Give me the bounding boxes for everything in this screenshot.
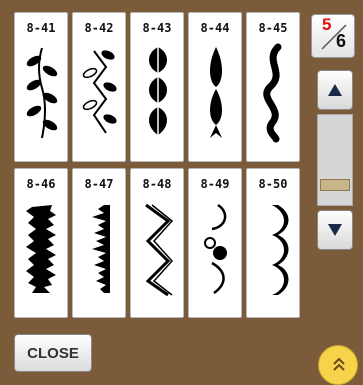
- stitch-tile-8-42[interactable]: 8-42: [72, 12, 126, 162]
- leaf-branch-stitch-icon: [26, 47, 58, 139]
- stitch-tile-8-49[interactable]: 8-49: [188, 168, 242, 318]
- total-pages: 6: [336, 31, 347, 51]
- stitch-tile-8-48[interactable]: 8-48: [130, 168, 184, 318]
- stitch-tile-8-46[interactable]: 8-46: [14, 168, 68, 318]
- stitch-grid: 8-41 8-42 8-43 8-44 8-45 8-46 8-47 8-48 …: [14, 12, 302, 322]
- stitch-tile-8-45[interactable]: 8-45: [246, 12, 300, 162]
- zigzag-outline-stitch-icon: [145, 203, 174, 297]
- scroll-down-button[interactable]: [317, 210, 353, 250]
- stitch-tile-8-50[interactable]: 8-50: [246, 168, 300, 318]
- stitch-code: 8-41: [26, 21, 56, 35]
- stitch-selection-panel: 8-41 8-42 8-43 8-44 8-45 8-46 8-47 8-48 …: [0, 0, 363, 385]
- stitch-code: 8-46: [26, 177, 56, 191]
- fern-leaf-stitch-icon: [149, 47, 167, 137]
- triangle-down-icon: [328, 224, 342, 236]
- stitch-tile-8-43[interactable]: 8-43: [130, 12, 184, 162]
- leaf-zigzag-stitch-icon: [82, 50, 117, 134]
- triangle-up-icon: [328, 84, 342, 96]
- stitch-code: 8-49: [200, 177, 230, 191]
- fringe-stitch-icon: [26, 205, 56, 293]
- scroll-up-button[interactable]: [317, 70, 353, 110]
- scallop-dots-stitch-icon: [204, 203, 227, 295]
- scrollbar-track[interactable]: [317, 114, 353, 206]
- page-indicator: 5 6: [311, 14, 355, 58]
- stitch-code: 8-47: [84, 177, 114, 191]
- stitch-code: 8-42: [84, 21, 114, 35]
- stitch-code: 8-44: [200, 21, 230, 35]
- stitch-tile-8-47[interactable]: 8-47: [72, 168, 126, 318]
- grass-edge-stitch-icon: [92, 205, 110, 293]
- stitch-tile-8-44[interactable]: 8-44: [188, 12, 242, 162]
- expand-button[interactable]: [318, 345, 358, 385]
- stitch-tile-8-41[interactable]: 8-41: [14, 12, 68, 162]
- stitch-code: 8-48: [142, 177, 172, 191]
- double-chevron-up-icon: [333, 357, 345, 371]
- stitch-code: 8-43: [142, 21, 172, 35]
- wave-ribbon-stitch-icon: [263, 43, 282, 143]
- stitch-code: 8-50: [258, 177, 288, 191]
- close-button[interactable]: CLOSE: [14, 334, 92, 372]
- scallop-edge-stitch-icon: [272, 205, 289, 295]
- stitch-code: 8-45: [258, 21, 288, 35]
- scrollbar-thumb[interactable]: [320, 179, 350, 191]
- teardrop-chain-stitch-icon: [210, 47, 222, 138]
